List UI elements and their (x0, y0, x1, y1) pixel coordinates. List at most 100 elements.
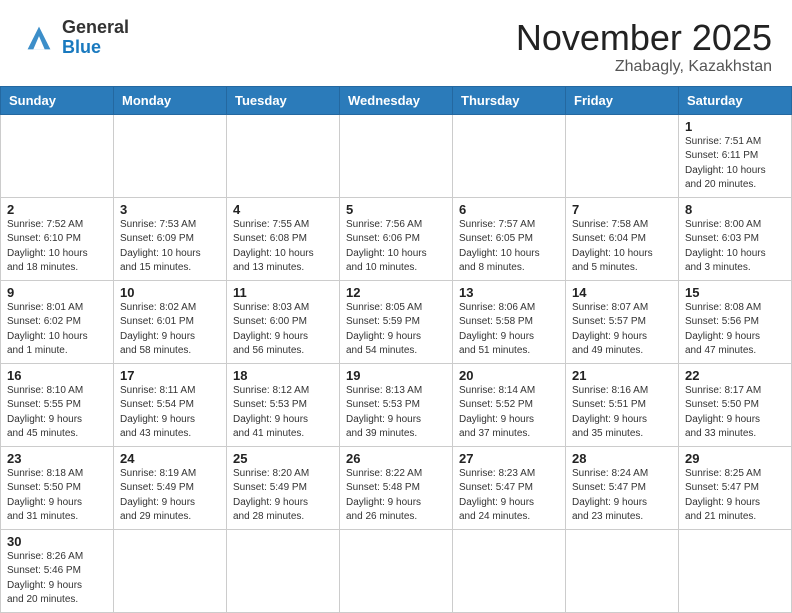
calendar-cell (340, 114, 453, 197)
calendar-cell (227, 114, 340, 197)
day-info: Sunrise: 8:14 AMSunset: 5:52 PMDaylight:… (459, 384, 559, 442)
day-number: 13 (459, 285, 559, 300)
day-number: 11 (233, 285, 333, 300)
day-info: Sunrise: 8:17 AMSunset: 5:50 PMDaylight:… (685, 384, 785, 442)
day-number: 22 (685, 368, 785, 383)
location-label: Zhabagly, Kazakhstan (516, 58, 772, 76)
day-number: 19 (346, 368, 446, 383)
calendar-cell (679, 529, 792, 612)
day-number: 30 (7, 534, 107, 549)
calendar-week-row: 23Sunrise: 8:18 AMSunset: 5:50 PMDayligh… (1, 446, 792, 529)
calendar-cell: 3Sunrise: 7:53 AMSunset: 6:09 PMDaylight… (114, 197, 227, 280)
calendar-cell: 24Sunrise: 8:19 AMSunset: 5:49 PMDayligh… (114, 446, 227, 529)
calendar-cell: 18Sunrise: 8:12 AMSunset: 5:53 PMDayligh… (227, 363, 340, 446)
calendar-cell (566, 529, 679, 612)
calendar-cell: 1Sunrise: 7:51 AMSunset: 6:11 PMDaylight… (679, 114, 792, 197)
calendar-cell: 8Sunrise: 8:00 AMSunset: 6:03 PMDaylight… (679, 197, 792, 280)
logo-general-label: General (62, 18, 129, 38)
calendar-cell (453, 114, 566, 197)
calendar-week-row: 9Sunrise: 8:01 AMSunset: 6:02 PMDaylight… (1, 280, 792, 363)
day-info: Sunrise: 8:19 AMSunset: 5:49 PMDaylight:… (120, 467, 220, 525)
calendar-cell: 10Sunrise: 8:02 AMSunset: 6:01 PMDayligh… (114, 280, 227, 363)
day-number: 3 (120, 202, 220, 217)
day-number: 18 (233, 368, 333, 383)
day-info: Sunrise: 7:57 AMSunset: 6:05 PMDaylight:… (459, 218, 559, 276)
day-info: Sunrise: 8:02 AMSunset: 6:01 PMDaylight:… (120, 301, 220, 359)
generalblue-logo-icon (20, 19, 58, 57)
weekday-header-tuesday: Tuesday (227, 86, 340, 114)
day-number: 7 (572, 202, 672, 217)
calendar-cell: 12Sunrise: 8:05 AMSunset: 5:59 PMDayligh… (340, 280, 453, 363)
day-info: Sunrise: 8:01 AMSunset: 6:02 PMDaylight:… (7, 301, 107, 359)
calendar-cell: 19Sunrise: 8:13 AMSunset: 5:53 PMDayligh… (340, 363, 453, 446)
day-number: 17 (120, 368, 220, 383)
day-number: 2 (7, 202, 107, 217)
day-number: 24 (120, 451, 220, 466)
calendar-cell (114, 529, 227, 612)
day-number: 10 (120, 285, 220, 300)
day-info: Sunrise: 7:51 AMSunset: 6:11 PMDaylight:… (685, 135, 785, 193)
calendar-cell: 29Sunrise: 8:25 AMSunset: 5:47 PMDayligh… (679, 446, 792, 529)
day-info: Sunrise: 8:03 AMSunset: 6:00 PMDaylight:… (233, 301, 333, 359)
weekday-header-friday: Friday (566, 86, 679, 114)
calendar-cell: 2Sunrise: 7:52 AMSunset: 6:10 PMDaylight… (1, 197, 114, 280)
calendar-table: SundayMondayTuesdayWednesdayThursdayFrid… (0, 86, 792, 613)
weekday-header-saturday: Saturday (679, 86, 792, 114)
day-info: Sunrise: 8:12 AMSunset: 5:53 PMDaylight:… (233, 384, 333, 442)
calendar-cell: 27Sunrise: 8:23 AMSunset: 5:47 PMDayligh… (453, 446, 566, 529)
calendar-body: 1Sunrise: 7:51 AMSunset: 6:11 PMDaylight… (1, 114, 792, 612)
day-info: Sunrise: 7:58 AMSunset: 6:04 PMDaylight:… (572, 218, 672, 276)
day-info: Sunrise: 8:05 AMSunset: 5:59 PMDaylight:… (346, 301, 446, 359)
day-info: Sunrise: 8:20 AMSunset: 5:49 PMDaylight:… (233, 467, 333, 525)
day-info: Sunrise: 8:13 AMSunset: 5:53 PMDaylight:… (346, 384, 446, 442)
calendar-week-row: 1Sunrise: 7:51 AMSunset: 6:11 PMDaylight… (1, 114, 792, 197)
day-number: 25 (233, 451, 333, 466)
calendar-week-row: 16Sunrise: 8:10 AMSunset: 5:55 PMDayligh… (1, 363, 792, 446)
title-section: November 2025 Zhabagly, Kazakhstan (516, 18, 772, 76)
day-info: Sunrise: 8:07 AMSunset: 5:57 PMDaylight:… (572, 301, 672, 359)
calendar-cell: 25Sunrise: 8:20 AMSunset: 5:49 PMDayligh… (227, 446, 340, 529)
logo: General Blue (20, 18, 129, 58)
day-info: Sunrise: 8:06 AMSunset: 5:58 PMDaylight:… (459, 301, 559, 359)
calendar-cell: 4Sunrise: 7:55 AMSunset: 6:08 PMDaylight… (227, 197, 340, 280)
day-info: Sunrise: 7:53 AMSunset: 6:09 PMDaylight:… (120, 218, 220, 276)
day-info: Sunrise: 8:08 AMSunset: 5:56 PMDaylight:… (685, 301, 785, 359)
day-number: 21 (572, 368, 672, 383)
day-number: 8 (685, 202, 785, 217)
page: General Blue November 2025 Zhabagly, Kaz… (0, 0, 792, 613)
day-number: 9 (7, 285, 107, 300)
calendar-cell (227, 529, 340, 612)
calendar-cell: 9Sunrise: 8:01 AMSunset: 6:02 PMDaylight… (1, 280, 114, 363)
calendar-cell: 7Sunrise: 7:58 AMSunset: 6:04 PMDaylight… (566, 197, 679, 280)
day-number: 6 (459, 202, 559, 217)
day-number: 26 (346, 451, 446, 466)
calendar-cell (340, 529, 453, 612)
day-number: 29 (685, 451, 785, 466)
calendar-cell (453, 529, 566, 612)
calendar-cell: 22Sunrise: 8:17 AMSunset: 5:50 PMDayligh… (679, 363, 792, 446)
day-info: Sunrise: 8:25 AMSunset: 5:47 PMDaylight:… (685, 467, 785, 525)
day-info: Sunrise: 8:24 AMSunset: 5:47 PMDaylight:… (572, 467, 672, 525)
day-info: Sunrise: 7:56 AMSunset: 6:06 PMDaylight:… (346, 218, 446, 276)
calendar-cell: 13Sunrise: 8:06 AMSunset: 5:58 PMDayligh… (453, 280, 566, 363)
day-info: Sunrise: 8:10 AMSunset: 5:55 PMDaylight:… (7, 384, 107, 442)
day-info: Sunrise: 8:23 AMSunset: 5:47 PMDaylight:… (459, 467, 559, 525)
logo-blue-label: Blue (62, 38, 129, 58)
weekday-header-wednesday: Wednesday (340, 86, 453, 114)
day-info: Sunrise: 8:00 AMSunset: 6:03 PMDaylight:… (685, 218, 785, 276)
day-number: 23 (7, 451, 107, 466)
day-number: 14 (572, 285, 672, 300)
calendar-cell: 21Sunrise: 8:16 AMSunset: 5:51 PMDayligh… (566, 363, 679, 446)
calendar-cell: 15Sunrise: 8:08 AMSunset: 5:56 PMDayligh… (679, 280, 792, 363)
calendar-header-row: SundayMondayTuesdayWednesdayThursdayFrid… (1, 86, 792, 114)
day-info: Sunrise: 8:11 AMSunset: 5:54 PMDaylight:… (120, 384, 220, 442)
calendar-cell: 30Sunrise: 8:26 AMSunset: 5:46 PMDayligh… (1, 529, 114, 612)
day-number: 27 (459, 451, 559, 466)
day-number: 1 (685, 119, 785, 134)
day-number: 12 (346, 285, 446, 300)
day-info: Sunrise: 7:52 AMSunset: 6:10 PMDaylight:… (7, 218, 107, 276)
day-number: 15 (685, 285, 785, 300)
month-year-title: November 2025 (516, 18, 772, 58)
calendar-week-row: 30Sunrise: 8:26 AMSunset: 5:46 PMDayligh… (1, 529, 792, 612)
day-number: 4 (233, 202, 333, 217)
